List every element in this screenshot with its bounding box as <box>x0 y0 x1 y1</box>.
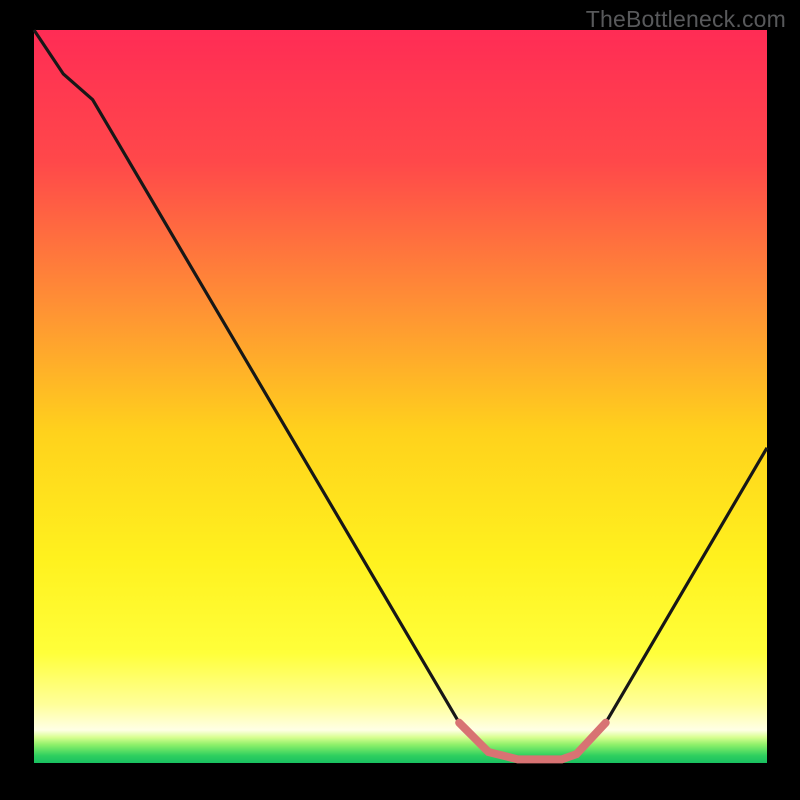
chart-container: TheBottleneck.com <box>0 0 800 800</box>
bottleneck-chart <box>0 0 800 800</box>
plot-background <box>34 30 767 763</box>
watermark-text: TheBottleneck.com <box>586 6 786 33</box>
